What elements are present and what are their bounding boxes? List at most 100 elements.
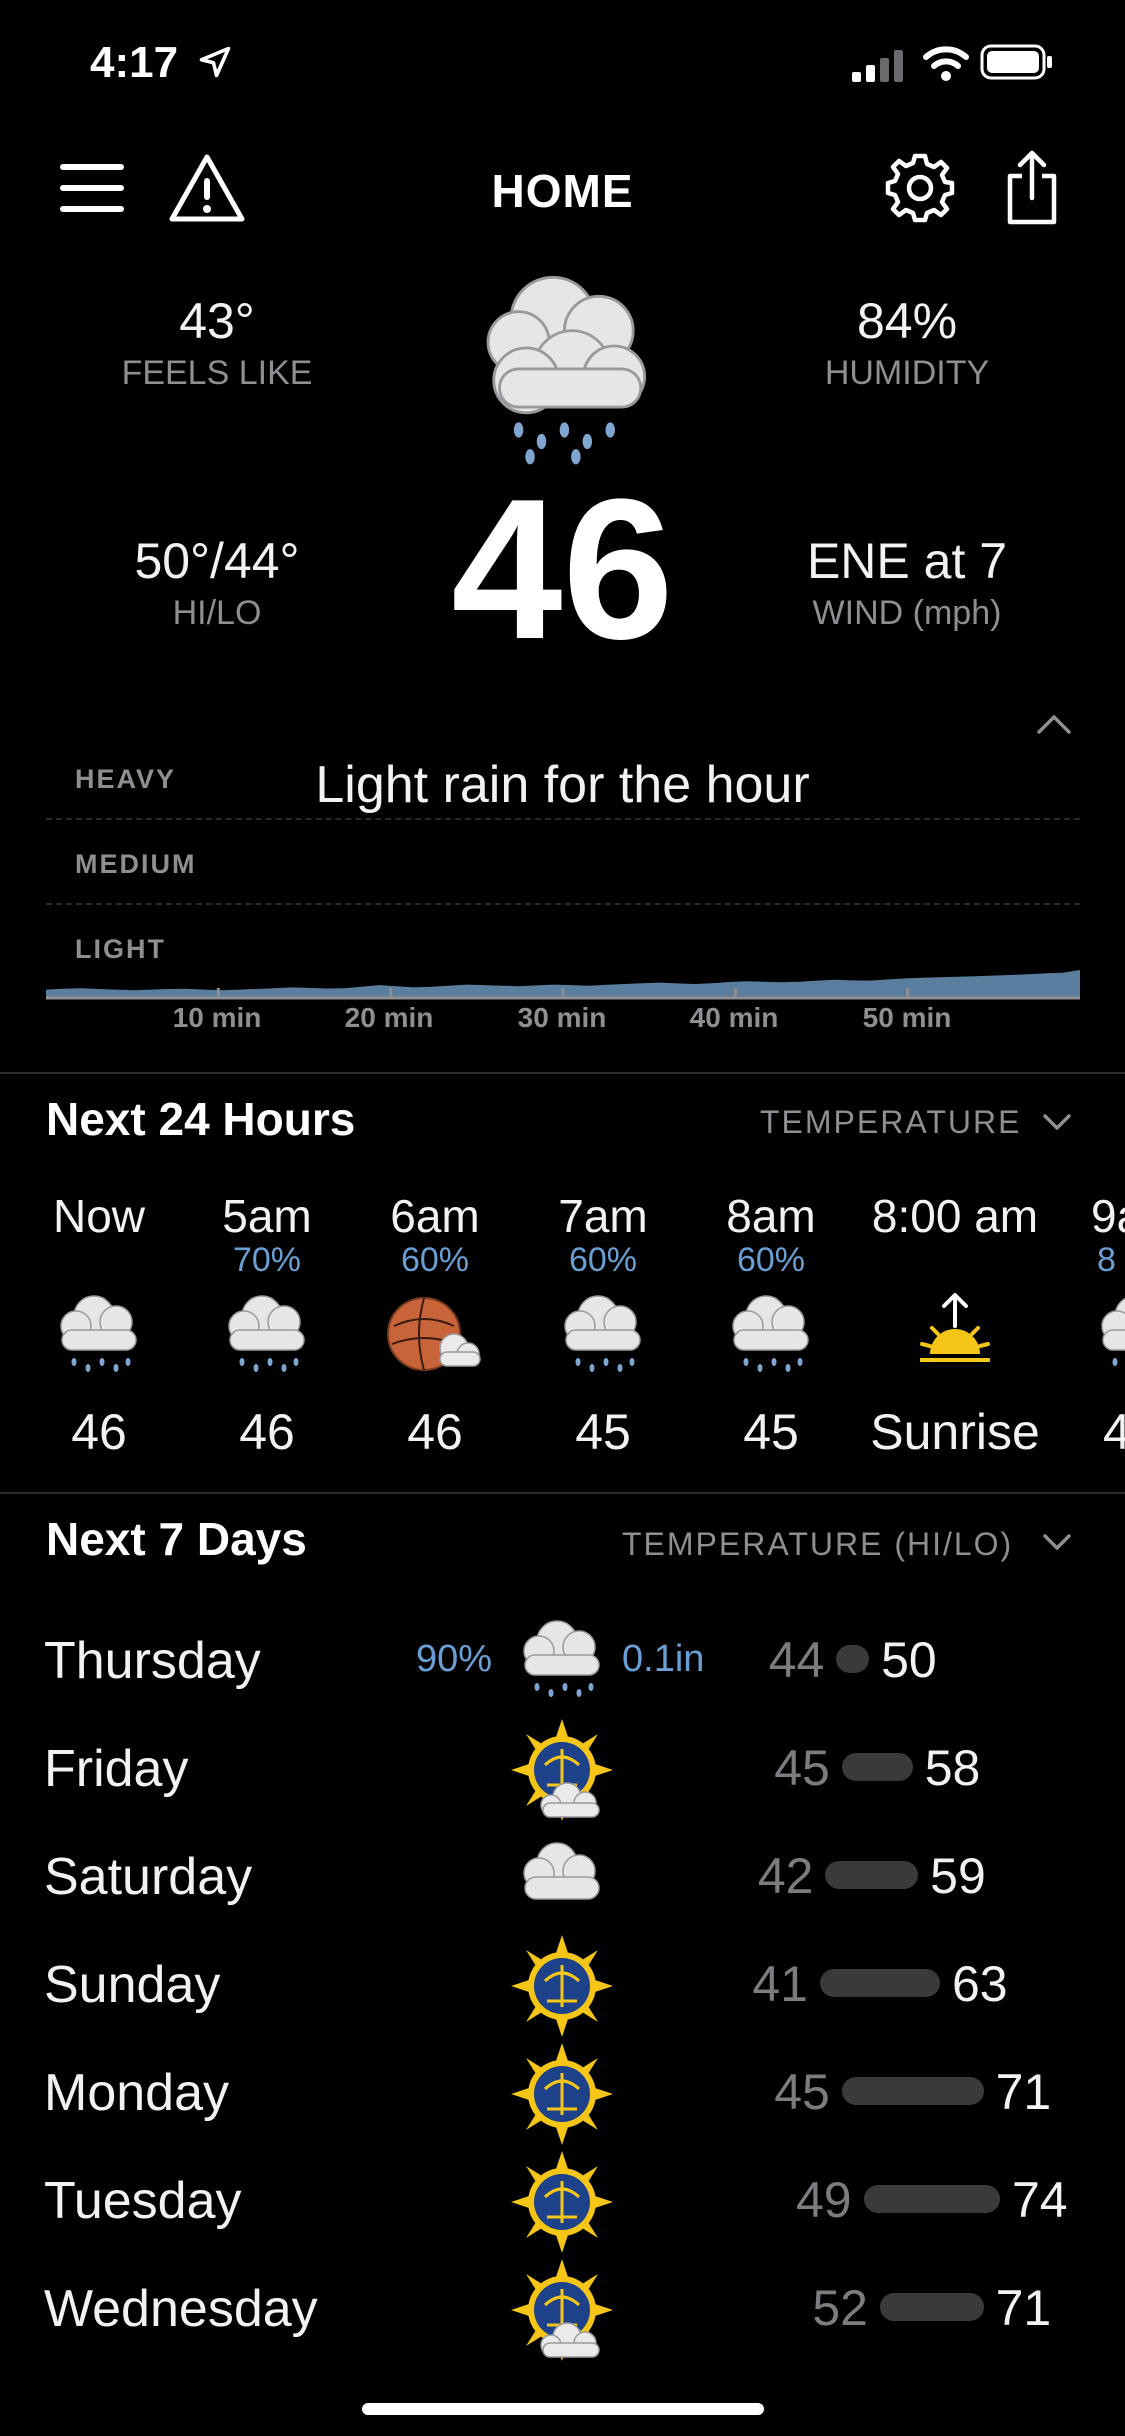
day-name: Friday: [44, 1740, 189, 1798]
hilo-label: HI/LO: [172, 594, 262, 632]
wifi-icon: [923, 46, 969, 81]
cellular-signal-icon: [852, 50, 903, 82]
level-divider: [46, 818, 1080, 820]
rain-cloud-icon: [228, 1295, 305, 1373]
sun-icon: [509, 1933, 615, 2039]
location-arrow-icon: [199, 46, 231, 78]
day-high: 71: [995, 2064, 1052, 2120]
temp-range-bar: [863, 2185, 1000, 2213]
hourly-selector[interactable]: TEMPERATURE: [760, 1104, 1021, 1141]
day-precip-amount: 0.1in: [622, 1638, 705, 1680]
rain-cloud-icon: [523, 1620, 600, 1698]
daily-selector[interactable]: TEMPERATURE (HI/LO): [622, 1526, 1013, 1563]
hour-temp: 46: [239, 1404, 295, 1460]
day-name: Monday: [44, 2064, 229, 2122]
day-name: Tuesday: [44, 2172, 242, 2230]
hour-precip: 60%: [568, 1241, 638, 1279]
hour-label: 9a: [1091, 1190, 1125, 1242]
humidity-label: HUMIDITY: [824, 354, 990, 392]
precip-chart: [46, 970, 1080, 1000]
sun-icon: [509, 2041, 615, 2147]
hourly-title: Next 24 Hours: [46, 1093, 356, 1145]
rain-cloud-icon: [486, 275, 647, 465]
hour-temp: 45: [575, 1404, 631, 1460]
humidity-stat: 84% HUMIDITY: [727, 292, 1087, 393]
hour-precip: [15, 1242, 183, 1278]
day-low: 42: [757, 1848, 814, 1904]
temp-range-bar: [880, 2293, 984, 2321]
tick-label: 30 min: [517, 1002, 607, 1033]
hour-label: Now: [52, 1190, 146, 1242]
tick-label: 50 min: [862, 1002, 952, 1033]
hour-precip: [855, 1242, 1055, 1278]
battery-icon: [980, 44, 1052, 80]
hour-item: 8am 60% 45: [687, 1190, 855, 1461]
share-icon[interactable]: [1004, 150, 1060, 226]
hour-temp: 46: [407, 1404, 463, 1460]
hour-temp: Sunrise: [870, 1404, 1040, 1460]
day-name: Sunday: [44, 1956, 221, 2014]
section-divider: [0, 1492, 1125, 1494]
rain-cloud-icon: [1101, 1295, 1125, 1373]
day-low: 52: [812, 2280, 868, 2336]
day-high: 74: [1012, 2172, 1068, 2228]
hour-label: 8:00 am: [871, 1190, 1039, 1242]
day-high: 59: [930, 1848, 986, 1904]
daily-title: Next 7 Days: [46, 1513, 307, 1565]
hilo-value: 50°/44°: [134, 533, 300, 589]
sunrise-icon: [918, 1293, 992, 1364]
sun-cloud-icon: [507, 1715, 617, 1825]
home-indicator[interactable]: [362, 2403, 764, 2415]
hour-label: 8am: [726, 1190, 816, 1242]
sun-icon: [509, 2149, 615, 2255]
wind-value: ENE at 7: [806, 533, 1008, 589]
rain-cloud-icon: [732, 1295, 809, 1373]
day-low: 49: [796, 2172, 852, 2228]
hour-item: Now 46: [15, 1190, 183, 1461]
temp-range-bar: [836, 1645, 870, 1673]
day-name: Thursday: [44, 1632, 261, 1690]
hour-precip: 70%: [232, 1241, 302, 1279]
gear-icon[interactable]: [884, 152, 956, 224]
hour-item: 5am 70% 46: [183, 1190, 351, 1461]
day-precip-chance: 90%: [416, 1638, 493, 1680]
day-low: 45: [774, 1740, 830, 1796]
level-medium-label: MEDIUM: [75, 849, 197, 879]
day-high: 50: [881, 1632, 937, 1688]
tick-label: 40 min: [689, 1002, 779, 1033]
day-high: 71: [995, 2280, 1052, 2336]
cloud-icon: [523, 1842, 600, 1900]
chevron-up-icon[interactable]: [1036, 712, 1072, 736]
wind-stat: ENE at 7 WIND (mph): [727, 532, 1087, 633]
hour-item: 6am 60% 46: [351, 1190, 519, 1461]
rain-cloud-icon: [60, 1295, 137, 1373]
current-temperature: 46: [451, 458, 674, 681]
chevron-down-icon[interactable]: [1042, 1112, 1072, 1132]
night-rain-moon-icon: [387, 1297, 481, 1371]
hour-item: 9a 8 4: [1055, 1190, 1125, 1461]
temp-range-bar: [841, 1753, 913, 1781]
temp-range-bar: [820, 1969, 940, 1997]
status-time: 4:17: [90, 38, 179, 87]
feels-like-label: FEELS LIKE: [121, 354, 313, 392]
day-name: Saturday: [44, 1848, 253, 1906]
tick-label: 10 min: [172, 1002, 262, 1033]
hour-temp: 45: [743, 1404, 799, 1460]
hour-precip: 60%: [400, 1241, 470, 1279]
tick-label: 20 min: [344, 1002, 434, 1033]
day-low: 45: [774, 2064, 830, 2120]
humidity-value: 84%: [856, 293, 958, 349]
day-low: 44: [768, 1632, 825, 1688]
rain-cloud-icon: [564, 1295, 641, 1373]
sun-cloud-icon: [507, 2255, 617, 2365]
chevron-down-icon[interactable]: [1042, 1532, 1072, 1552]
hour-temp: 4: [1103, 1404, 1125, 1460]
hour-label: 5am: [222, 1190, 312, 1242]
day-high: 63: [952, 1956, 1008, 2012]
level-divider: [46, 903, 1080, 905]
hour-label: 6am: [390, 1190, 480, 1242]
hour-temp: 46: [71, 1404, 127, 1460]
section-divider: [0, 1072, 1125, 1074]
temp-range-bar: [825, 1861, 919, 1889]
wind-label: WIND (mph): [812, 594, 1002, 632]
